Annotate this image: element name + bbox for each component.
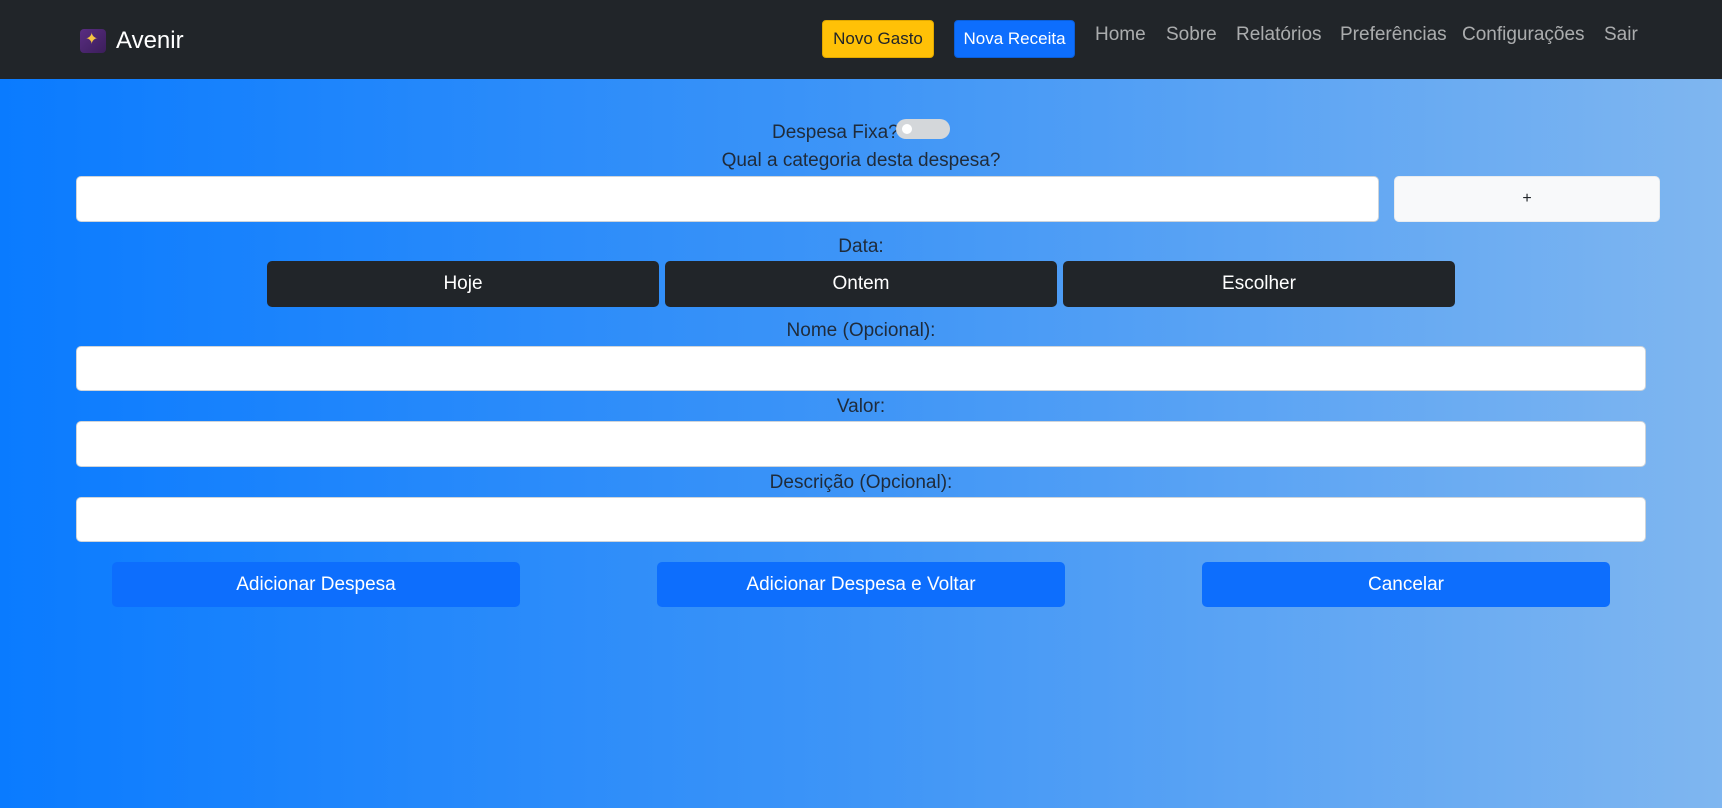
nav-link-configuracoes[interactable]: Configurações	[1462, 24, 1585, 46]
date-today-button[interactable]: Hoje	[267, 261, 659, 307]
nav-link-preferencias[interactable]: Preferências	[1340, 24, 1447, 46]
cancel-button[interactable]: Cancelar	[1202, 562, 1610, 607]
nav-link-sobre[interactable]: Sobre	[1166, 24, 1217, 46]
brand-name: Avenir	[116, 27, 184, 54]
description-label: Descrição (Opcional):	[769, 472, 953, 493]
top-navbar: Avenir Novo Gasto Nova Receita Home Sobr…	[0, 0, 1722, 79]
novo-gasto-button[interactable]: Novo Gasto	[822, 20, 934, 58]
brand[interactable]: Avenir	[80, 27, 184, 55]
fixed-expense-toggle[interactable]	[896, 119, 950, 139]
date-label: Data:	[838, 236, 884, 257]
fixed-expense-label: Despesa Fixa?	[772, 122, 899, 143]
value-input[interactable]	[76, 421, 1646, 467]
value-label: Valor:	[836, 396, 886, 417]
date-choose-button[interactable]: Escolher	[1063, 261, 1455, 307]
category-input[interactable]	[76, 176, 1379, 222]
name-label: Nome (Opcional):	[786, 320, 936, 341]
nav-link-sair[interactable]: Sair	[1604, 24, 1638, 46]
nav-link-relatorios[interactable]: Relatórios	[1236, 24, 1322, 46]
nav-link-home[interactable]: Home	[1095, 24, 1146, 46]
name-input[interactable]	[76, 346, 1646, 391]
add-expense-and-back-button[interactable]: Adicionar Despesa e Voltar	[657, 562, 1065, 607]
category-label: Qual a categoria desta despesa?	[721, 150, 1001, 171]
nova-receita-button[interactable]: Nova Receita	[954, 20, 1075, 58]
add-category-button[interactable]: +	[1394, 176, 1660, 222]
avenir-logo-icon	[80, 29, 106, 53]
date-yesterday-button[interactable]: Ontem	[665, 261, 1057, 307]
add-expense-button[interactable]: Adicionar Despesa	[112, 562, 520, 607]
description-input[interactable]	[76, 497, 1646, 542]
toggle-knob	[902, 124, 912, 134]
